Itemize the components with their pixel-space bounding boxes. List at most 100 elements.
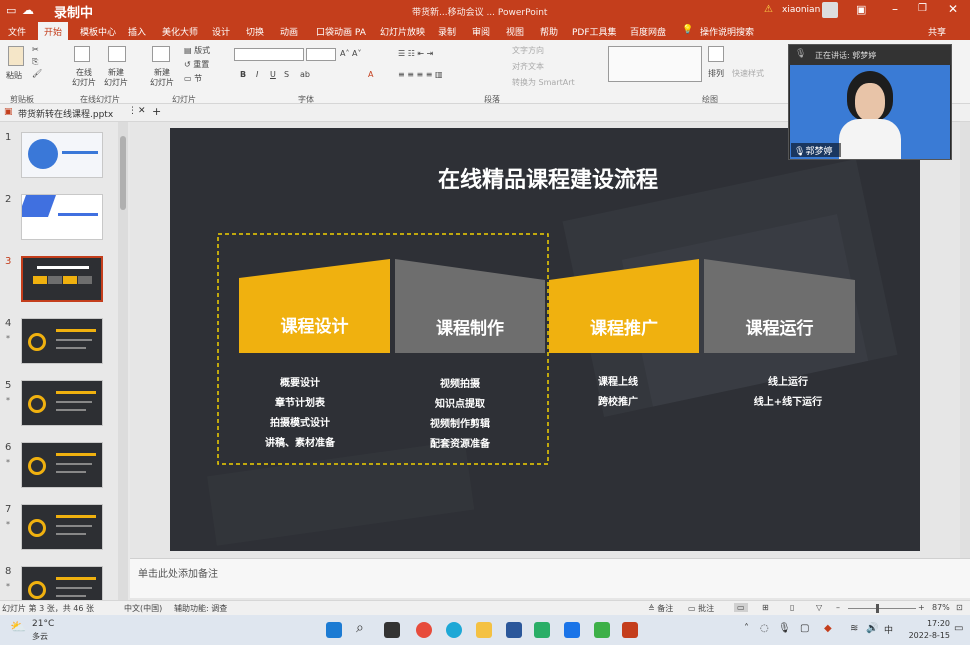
- tab-design[interactable]: 设计: [212, 25, 230, 38]
- zoom-out-icon[interactable]: –: [836, 603, 840, 612]
- tray-app2-icon[interactable]: ◆: [824, 623, 832, 634]
- wifi-icon[interactable]: ≋: [850, 623, 858, 634]
- avatar[interactable]: [822, 2, 838, 18]
- slide-thumbnail[interactable]: [21, 318, 103, 364]
- slideshow-icon[interactable]: ▽: [816, 603, 822, 612]
- paste-icon[interactable]: [8, 46, 24, 66]
- tell-me-search[interactable]: 操作说明搜索: [700, 25, 754, 38]
- comments-button[interactable]: ▭ 批注: [688, 603, 714, 614]
- strikethrough-button[interactable]: S: [284, 70, 289, 79]
- shapes-gallery[interactable]: [608, 46, 702, 82]
- close-icon[interactable]: ✕: [948, 2, 958, 16]
- microphone-icon[interactable]: 🎙: [778, 623, 791, 634]
- align-icons[interactable]: ≡ ≡ ≡ ≡ ▥: [398, 70, 443, 79]
- notes-placeholder[interactable]: 单击此处添加备注: [138, 565, 218, 580]
- reading-view-icon[interactable]: ▯: [790, 603, 794, 612]
- tab-template[interactable]: 模板中心: [80, 25, 116, 38]
- text-direction-button[interactable]: 文字方向: [512, 45, 544, 56]
- volume-icon[interactable]: 🔊: [866, 623, 878, 634]
- save-icon[interactable]: ▭: [6, 4, 16, 17]
- ribbon-display-icon[interactable]: ▣: [856, 3, 866, 16]
- slide-thumbnail[interactable]: [21, 194, 103, 240]
- clock-time[interactable]: 17:20: [910, 619, 950, 628]
- cut-icon[interactable]: ✂: [32, 45, 39, 54]
- slide-thumbnail[interactable]: [21, 380, 103, 426]
- search-icon[interactable]: ⌕: [356, 620, 364, 636]
- tab-animation[interactable]: 动画: [280, 25, 298, 38]
- tab-baidu[interactable]: 百度网盘: [630, 25, 666, 38]
- new-tab-icon[interactable]: +: [152, 105, 161, 118]
- tray-app-icon[interactable]: ◌: [760, 623, 769, 634]
- slide-canvas[interactable]: 在线精品课程建设流程 课程设计 课程制作 课程推广 课程运行 概要设计 章节计划…: [170, 128, 920, 551]
- file-explorer-icon[interactable]: [476, 622, 492, 638]
- tab-record[interactable]: 录制: [438, 25, 456, 38]
- new-slide-online-button[interactable]: 新建 幻灯片: [104, 68, 128, 88]
- clock-date[interactable]: 2022-8-15: [898, 631, 950, 640]
- underline-button[interactable]: U: [270, 70, 276, 79]
- tray-chevron-icon[interactable]: ˄: [744, 623, 749, 634]
- zoom-slider-thumb[interactable]: [876, 604, 879, 613]
- font-color-button[interactable]: A: [368, 70, 373, 79]
- meeting-icon[interactable]: [564, 622, 580, 638]
- accessibility-status[interactable]: 辅助功能: 调查: [174, 603, 227, 614]
- tab-view[interactable]: 视图: [506, 25, 524, 38]
- tab-insert[interactable]: 插入: [128, 25, 146, 38]
- tab-beautify[interactable]: 美化大师: [162, 25, 198, 38]
- more-icon[interactable]: ⋮: [128, 106, 137, 116]
- tab-slideshow[interactable]: 幻灯片放映: [380, 25, 425, 38]
- start-icon[interactable]: [326, 622, 342, 638]
- zoom-slider[interactable]: [848, 608, 916, 609]
- tab-help[interactable]: 帮助: [540, 25, 558, 38]
- pdf-icon[interactable]: [594, 622, 610, 638]
- language-indicator[interactable]: 中文(中国): [124, 603, 162, 614]
- notification-icon[interactable]: ▭: [954, 623, 963, 634]
- task-view-icon[interactable]: [384, 622, 400, 638]
- video-overlay[interactable]: 🎙 正在讲话: 郭梦婷 🎙郭梦婷: [788, 44, 952, 160]
- copy-icon[interactable]: ⎘: [32, 57, 38, 67]
- online-slide-button[interactable]: 在线 幻灯片: [72, 68, 96, 88]
- scrollbar-thumb[interactable]: [120, 136, 126, 210]
- ime-icon[interactable]: 中: [884, 623, 893, 636]
- fit-slide-icon[interactable]: ⊡: [956, 603, 963, 612]
- powerpoint-icon[interactable]: [622, 622, 638, 638]
- quick-styles-button[interactable]: 快速样式: [732, 68, 764, 79]
- tab-pdf[interactable]: PDF工具集: [572, 25, 617, 38]
- slide-thumbnail[interactable]: [21, 132, 103, 178]
- chrome-icon[interactable]: [416, 622, 432, 638]
- new-slide-online-icon[interactable]: [108, 46, 126, 62]
- font-size-field[interactable]: [306, 48, 336, 61]
- arrange-button[interactable]: 排列: [708, 68, 724, 79]
- tab-transition[interactable]: 切换: [246, 25, 264, 38]
- close-tab-icon[interactable]: ✕: [138, 106, 146, 116]
- tab-review[interactable]: 审阅: [472, 25, 490, 38]
- wechat-icon[interactable]: [534, 622, 550, 638]
- italic-button[interactable]: I: [256, 70, 258, 79]
- new-slide-button[interactable]: 新建 幻灯片: [150, 68, 174, 88]
- weather-icon[interactable]: ⛅: [10, 620, 26, 635]
- paste-button[interactable]: 粘贴: [6, 70, 22, 81]
- tab-pocket-animation[interactable]: 口袋动画 PA: [316, 25, 366, 38]
- new-slide-icon[interactable]: [152, 46, 170, 62]
- share-button[interactable]: 共享: [928, 25, 946, 38]
- slide-thumbnail[interactable]: [21, 442, 103, 488]
- tray-icon[interactable]: ▢: [800, 623, 809, 634]
- align-text-button[interactable]: 对齐文本: [512, 61, 544, 72]
- slide-sorter-icon[interactable]: ⊞: [762, 603, 769, 612]
- minimize-icon[interactable]: –: [892, 2, 898, 16]
- slide-thumbnail[interactable]: [21, 256, 103, 302]
- reset-button[interactable]: ↺ 重置: [184, 59, 209, 70]
- slide-thumbnail[interactable]: [21, 566, 103, 600]
- bold-button[interactable]: B: [240, 70, 246, 79]
- font-name-field[interactable]: [234, 48, 304, 61]
- arrange-icon[interactable]: [708, 46, 724, 62]
- user-name[interactable]: xiaonian: [782, 5, 820, 15]
- slide-thumbnail[interactable]: [21, 504, 103, 550]
- spacing-button[interactable]: ab: [300, 70, 310, 79]
- zoom-level[interactable]: 87%: [932, 603, 950, 612]
- normal-view-icon[interactable]: ▭: [734, 603, 748, 612]
- canvas-scrollbar[interactable]: [960, 122, 970, 558]
- grow-font-icon[interactable]: A˄ A˅: [340, 49, 362, 58]
- tab-file[interactable]: 文件: [8, 25, 26, 38]
- word-icon[interactable]: [506, 622, 522, 638]
- smartart-button[interactable]: 转换为 SmartArt: [512, 77, 575, 88]
